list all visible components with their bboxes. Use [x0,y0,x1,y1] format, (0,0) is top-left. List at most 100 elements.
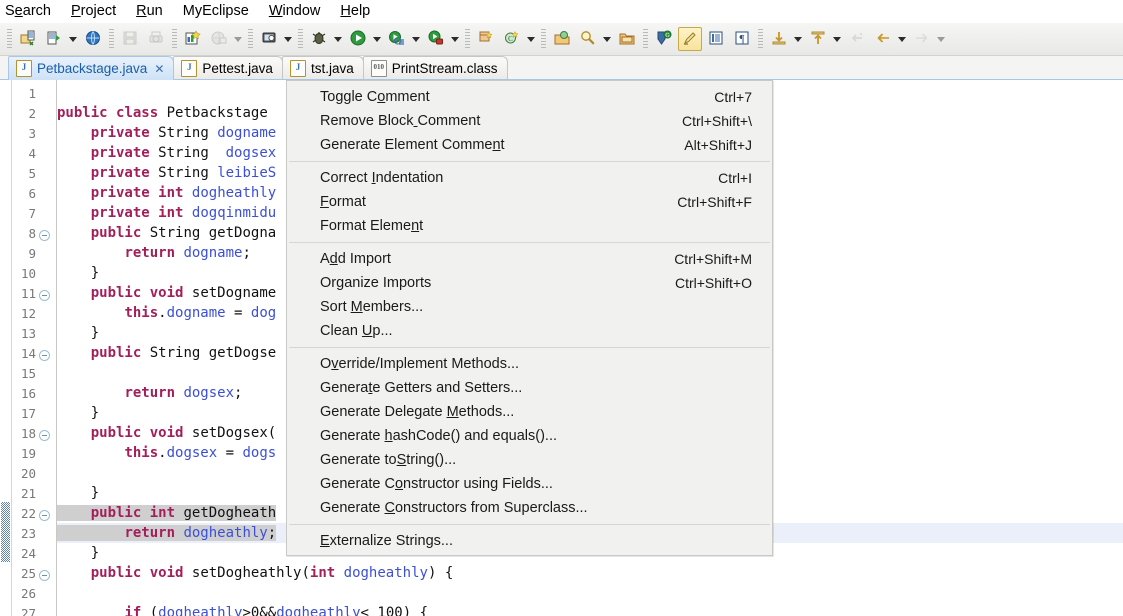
context-menu-item-generate-hashcode-and-equals[interactable]: Generate hashCode() and equals()... [287,424,772,448]
menu-item-myeclipse[interactable]: MyEclipse [173,0,259,23]
chevron-down-icon[interactable] [410,28,422,50]
toolbar-grip[interactable] [172,29,177,49]
code-line[interactable]: public class Petbackstage [57,103,268,123]
context-menu-item-clean-up[interactable]: Clean Up... [287,319,772,343]
fold-collapse-icon[interactable] [39,430,50,441]
chevron-down-icon[interactable] [67,28,79,50]
code-line[interactable]: public void setDogsex( [57,423,276,443]
code-line[interactable]: private String leibieS [57,163,276,183]
toolbar-button-toggle-mark-occurrences[interactable]: G [652,27,676,51]
code-line[interactable]: private int dogqinmidu [57,203,276,223]
toolbar-button-open-resource[interactable] [615,27,639,51]
chevron-down-icon[interactable] [332,28,344,50]
chevron-down-icon[interactable] [232,28,244,50]
code-line[interactable]: private String dogname [57,123,276,143]
fold-collapse-icon[interactable] [39,570,50,581]
chevron-down-icon[interactable] [449,28,461,50]
toolbar-button-deploy[interactable] [207,27,231,51]
toolbar-grip[interactable] [643,29,648,49]
toolbar-button-new-java-project[interactable] [42,27,66,51]
editor-tab-printstream-class[interactable]: 010 PrintStream.class [362,56,508,80]
toolbar-grip[interactable] [298,29,303,49]
toolbar-button-back[interactable] [871,27,895,51]
code-line[interactable]: this.dogname = dog [57,303,276,323]
toolbar-button-open-web-browser[interactable] [81,27,105,51]
code-line[interactable]: return dogname; [57,243,250,263]
context-menu-item-generate-delegate-methods[interactable]: Generate Delegate Methods... [287,400,772,424]
source-context-menu[interactable]: Toggle Comment Ctrl+7 Remove Block Comment… [286,80,773,556]
toolbar-button-run[interactable] [346,27,370,51]
code-line[interactable]: this.dogsex = dogs [57,443,276,463]
context-menu-item-externalize-strings[interactable]: Externalize Strings... [287,529,772,553]
chevron-down-icon[interactable] [371,28,383,50]
code-line[interactable]: if (dogheathly>0&&dogheathly< 100) { [57,603,428,616]
editor-tab-tst-java[interactable]: Jtst.java [281,56,364,80]
code-line[interactable]: } [57,263,99,283]
toolbar-grip[interactable] [758,29,763,49]
toolbar-button-new-package[interactable] [474,27,498,51]
code-line[interactable]: } [57,403,99,423]
menu-item-run[interactable]: Run [126,0,173,23]
menu-item-search[interactable]: Search [0,0,61,23]
context-menu-item-override-implement-methods[interactable]: Override/Implement Methods... [287,352,772,376]
toolbar-grip[interactable] [465,29,470,49]
chevron-down-icon[interactable] [601,28,613,50]
fold-collapse-icon[interactable] [39,230,50,241]
toolbar-grip[interactable] [7,29,12,49]
context-menu-item-correct-indentation[interactable]: Correct Indentation Ctrl+I [287,166,772,190]
toolbar-grip[interactable] [248,29,253,49]
line-number-ruler[interactable]: 1 2 3 4 5 6 7 8 9 10 11 12 13 14 15 16 17 18 19 20 21 22 23 24 2… [12,80,57,616]
chevron-down-icon[interactable] [896,28,908,50]
code-line[interactable]: } [57,543,99,563]
fold-collapse-icon[interactable] [39,510,50,521]
fold-collapse-icon[interactable] [39,350,50,361]
toolbar-button-show-whitespace[interactable] [704,27,728,51]
code-line[interactable]: } [57,323,99,343]
context-menu-item-format[interactable]: Format Ctrl+Shift+F [287,190,772,214]
toolbar-button-run-configurations[interactable] [385,27,409,51]
context-menu-item-sort-members[interactable]: Sort Members... [287,295,772,319]
chevron-down-icon[interactable] [525,28,537,50]
context-menu-item-remove-block-comment[interactable]: Remove Block Comment Ctrl+Shift+\ [287,109,772,133]
toolbar-button-forward[interactable] [910,27,934,51]
context-menu-item-generate-constructors-from-superclass[interactable]: Generate Constructors from Superclass... [287,496,772,520]
chevron-down-icon[interactable] [282,28,294,50]
context-menu-item-generate-element-comment[interactable]: Generate Element Comment Alt+Shift+J [287,133,772,157]
code-line[interactable]: public String getDogna [57,223,276,243]
context-menu-item-add-import[interactable]: Add Import Ctrl+Shift+M [287,247,772,271]
toolbar-button-print[interactable] [144,27,168,51]
code-line[interactable]: } [57,483,99,503]
code-line[interactable]: private int dogheathly [57,183,276,203]
menu-item-project[interactable]: Project [61,0,126,23]
code-line[interactable]: public int getDogheath [57,503,277,523]
chevron-down-icon[interactable] [935,28,947,50]
code-line[interactable]: return dogsex; [57,383,242,403]
context-menu-item-generate-constructor-using-fields[interactable]: Generate Constructor using Fields... [287,472,772,496]
toolbar-button-toggle-highlight[interactable] [678,27,702,51]
context-menu-item-format-element[interactable]: Format Element [287,214,772,238]
code-line[interactable]: public String getDogse [57,343,276,363]
context-menu-item-generate-getters-and-setters[interactable]: Generate Getters and Setters... [287,376,772,400]
code-line[interactable]: public void setDogheathly(int dogheathly… [57,563,454,583]
close-icon[interactable]: ✕ [154,63,164,75]
toolbar-button-last-edit-location[interactable] [845,27,869,51]
toolbar-grip[interactable] [109,29,114,49]
toolbar-button-search[interactable] [576,27,600,51]
toolbar-button-open-type[interactable] [550,27,574,51]
chevron-down-icon[interactable] [792,28,804,50]
annotation-ruler[interactable] [0,80,12,616]
toolbar-button-new-jsp[interactable] [181,27,205,51]
toolbar-button-run-server[interactable] [257,27,281,51]
toolbar-button-save[interactable] [118,27,142,51]
editor-tab-petbackstage-java[interactable]: J Petbackstage.java ✕ [8,56,175,80]
context-menu-item-organize-imports[interactable]: Organize Imports Ctrl+Shift+O [287,271,772,295]
editor-tab-pettest-java[interactable]: J Pettest.java [173,56,283,80]
toolbar-button-debug[interactable] [307,27,331,51]
menu-item-help[interactable]: Help [330,0,380,23]
toolbar-button-next-annotation[interactable] [767,27,791,51]
code-line[interactable]: return dogheathly; [57,523,277,543]
toolbar-button-pilcrow[interactable]: ¶ [730,27,754,51]
chevron-down-icon[interactable] [831,28,843,50]
fold-collapse-icon[interactable] [39,290,50,301]
context-menu-item-toggle-comment[interactable]: Toggle Comment Ctrl+7 [287,85,772,109]
